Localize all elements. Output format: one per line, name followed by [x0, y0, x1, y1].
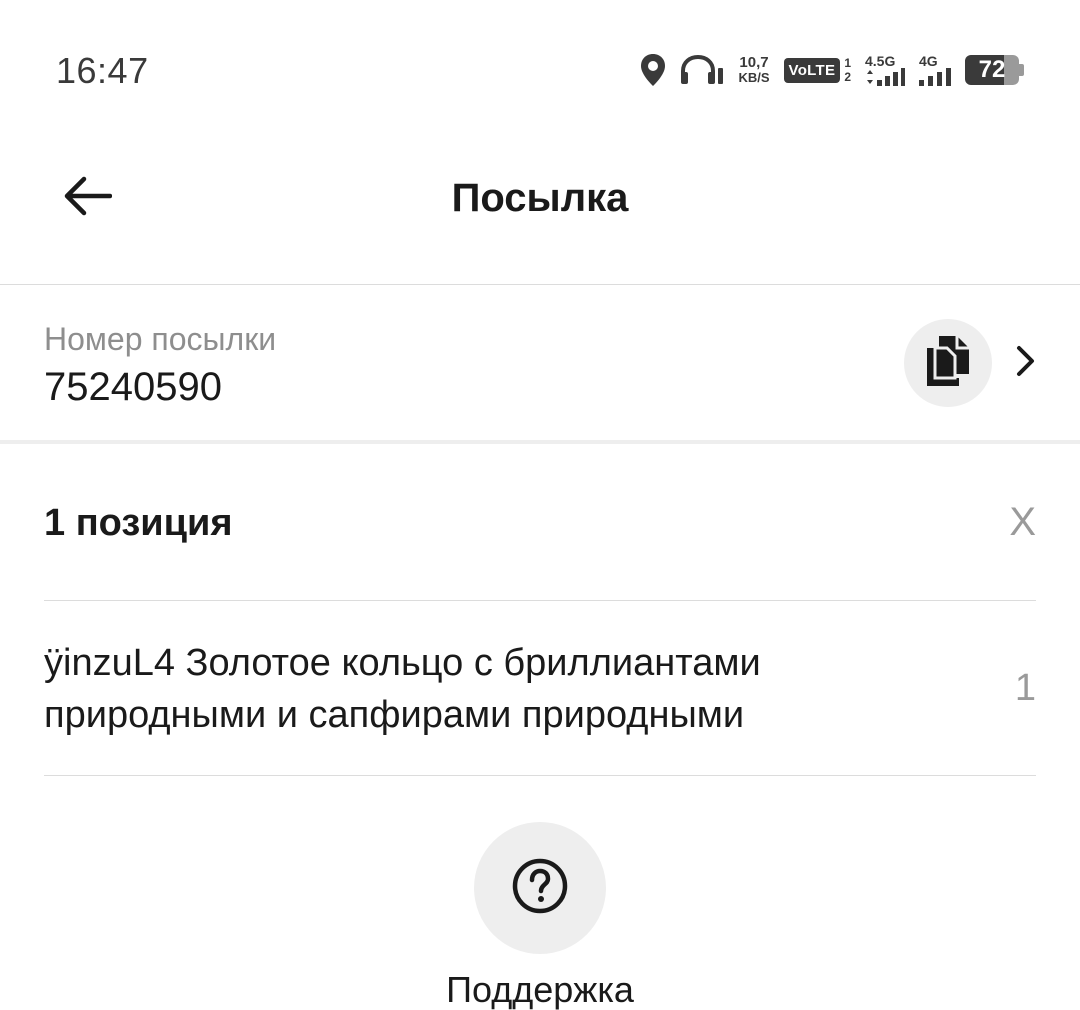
positions-close-button[interactable]: X: [1009, 500, 1036, 544]
chevron-right-icon: [1016, 345, 1036, 382]
signal-icon-1: 4.5G: [865, 54, 905, 86]
parcel-number-row[interactable]: Номер посылки 75240590: [0, 285, 1080, 444]
battery-icon: 72: [965, 55, 1024, 85]
app-header: Посылка: [0, 140, 1080, 285]
volte-label: VoLTE: [783, 57, 841, 83]
copy-icon: [925, 334, 971, 393]
parcel-number-label: Номер посылки: [44, 321, 277, 357]
status-icons: 10,7 KB/S VoLTE 1 2 4.5G 4G 72: [640, 50, 1024, 90]
sim-1: 1: [844, 56, 851, 70]
battery-tip: [1019, 64, 1024, 76]
list-item[interactable]: ÿinzuL4 Золотое кольцо с бриллиантами пр…: [44, 601, 1036, 776]
positions-count: 1 позиция: [44, 502, 233, 544]
copy-button[interactable]: [904, 319, 992, 407]
volte-badge: VoLTE 1 2: [783, 56, 851, 84]
network-type-2: 4G: [919, 53, 938, 69]
signal-icon-2: 4G: [919, 54, 951, 86]
support-button[interactable]: [474, 822, 606, 954]
sim-numbers: 1 2: [844, 56, 851, 84]
speed-unit: KB/S: [738, 70, 770, 85]
question-circle-icon: [511, 857, 569, 920]
headphones-icon: [680, 54, 724, 86]
speed-value: 10,7: [739, 54, 769, 71]
network-speed: 10,7 KB/S: [738, 55, 769, 85]
sim-2: 2: [844, 70, 851, 84]
support-label[interactable]: Поддержка: [0, 970, 1080, 1010]
positions-header: 1 позиция X: [44, 444, 1036, 601]
parcel-details-chevron[interactable]: [1012, 345, 1040, 381]
status-bar: 16:47 10,7 KB/S VoLTE 1 2 4.5G 4G 72: [0, 0, 1080, 140]
status-time: 16:47: [56, 50, 149, 91]
item-title: ÿinzuL4 Золотое кольцо с бриллиантами пр…: [44, 642, 761, 736]
page-title: Посылка: [451, 176, 629, 220]
network-type-1: 4.5G: [865, 53, 896, 69]
location-icon: [640, 53, 666, 87]
item-quantity: 1: [1014, 667, 1036, 709]
parcel-number-value: 75240590: [44, 365, 222, 409]
battery-level: 72: [965, 55, 1019, 85]
